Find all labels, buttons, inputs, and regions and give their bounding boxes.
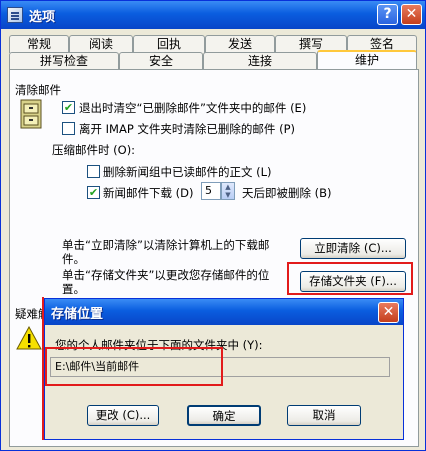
cleanup-group-label: 清除邮件 — [15, 83, 61, 97]
clean-now-button[interactable]: 立即清除 (C)... — [300, 238, 406, 259]
tab-maintenance[interactable]: 维护 — [317, 50, 417, 70]
delete-read-news-label: 删除新闻组中已读邮件的正文 (L) — [103, 165, 272, 179]
highlight-store-button — [287, 262, 413, 295]
tab-send[interactable]: 发送 — [205, 35, 275, 53]
warning-icon — [16, 326, 42, 350]
delete-read-news-checkbox[interactable] — [87, 165, 100, 178]
purge-imap-checkbox[interactable] — [62, 122, 75, 135]
tab-general[interactable]: 常规 — [9, 35, 69, 53]
days-suffix-label: 天后即被删除 (B) — [242, 186, 332, 200]
file-cabinet-icon — [20, 99, 42, 129]
tab-receipts[interactable]: 回执 — [133, 35, 205, 53]
title-bar[interactable]: 选项 ? ✕ — [1, 1, 425, 29]
dialog-title-bar[interactable]: 存储位置 ✕ — [45, 299, 403, 325]
dialog-close-button[interactable]: ✕ — [378, 302, 399, 323]
store-description: 单击“存储文件夹”以更改您存储邮件的位置。 — [62, 268, 270, 296]
cancel-button[interactable]: 取消 — [287, 405, 361, 426]
options-window: 选项 ? ✕ 常规 阅读 回执 发送 撰写 签名 拼写检查 安全 连接 维护 清… — [0, 0, 426, 451]
highlight-dialog-edge — [42, 297, 45, 440]
dialog-title: 存储位置 — [51, 307, 104, 322]
clean-description: 单击“立即清除”以清除计算机上的下载邮件。 — [62, 238, 270, 266]
purge-imap-label: 离开 IMAP 文件夹时清除已删除的邮件 (P) — [79, 122, 295, 136]
news-download-checkbox[interactable]: ✔ — [87, 186, 100, 199]
tab-connection[interactable]: 连接 — [203, 52, 317, 70]
tab-security[interactable]: 安全 — [119, 52, 203, 70]
tab-read[interactable]: 阅读 — [69, 35, 133, 53]
window-title: 选项 — [29, 10, 56, 25]
tab-spelling[interactable]: 拼写检查 — [9, 52, 119, 70]
ok-button[interactable]: 确定 — [187, 405, 261, 426]
empty-deleted-checkbox[interactable]: ✔ — [62, 101, 75, 114]
options-window-icon — [7, 7, 23, 23]
close-button[interactable]: ✕ — [401, 4, 422, 25]
compact-label: 压缩邮件时 (O): — [52, 143, 136, 157]
news-download-label: 新闻邮件下载 (D) — [103, 186, 194, 200]
empty-deleted-label: 退出时清空“已删除邮件”文件夹中的邮件 (E) — [79, 101, 307, 115]
days-input[interactable]: 5 — [201, 182, 221, 200]
highlight-path-field — [45, 347, 223, 386]
change-button[interactable]: 更改 (C)... — [87, 405, 159, 426]
help-button[interactable]: ? — [377, 4, 398, 25]
days-spinner[interactable]: ▲ ▼ — [221, 182, 235, 200]
